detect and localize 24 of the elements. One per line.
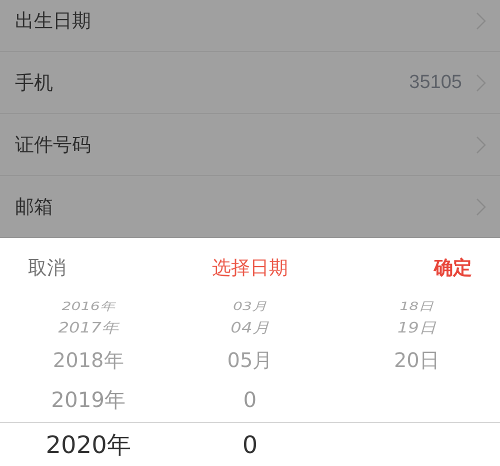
settings-row[interactable]: 出生日期 (0, 0, 500, 52)
row-label: 手机 (15, 70, 54, 96)
year-option[interactable]: 2020年 (46, 433, 131, 457)
month-option[interactable]: 04月 (230, 320, 270, 336)
year-option[interactable]: 2016年 (62, 300, 115, 312)
month-option[interactable]: 05月 (227, 350, 273, 370)
settings-row[interactable]: 手机 35105 (0, 52, 500, 114)
picker-title: 选择日期 (212, 256, 288, 281)
row-value: 35105 (409, 72, 462, 94)
year-option[interactable]: 2018年 (52, 350, 124, 370)
month-option[interactable]: 03月 (232, 300, 268, 312)
year-option[interactable]: 2017年 (58, 320, 118, 336)
cancel-button[interactable]: 取消 (28, 255, 66, 281)
row-label: 证件号码 (15, 132, 92, 158)
day-option[interactable]: 20日 (394, 350, 440, 370)
month-option[interactable]: 0 (242, 433, 258, 457)
row-label: 邮箱 (15, 194, 54, 220)
day-option[interactable]: 18日 (400, 300, 434, 312)
confirm-button[interactable]: 确定 (434, 255, 472, 281)
month-option[interactable]: 0 (243, 390, 257, 410)
settings-row[interactable]: 证件号码 (0, 114, 500, 176)
year-option[interactable]: 2019年 (51, 390, 126, 410)
day-option[interactable]: 19日 (397, 320, 436, 336)
row-label: 出生日期 (15, 8, 92, 34)
